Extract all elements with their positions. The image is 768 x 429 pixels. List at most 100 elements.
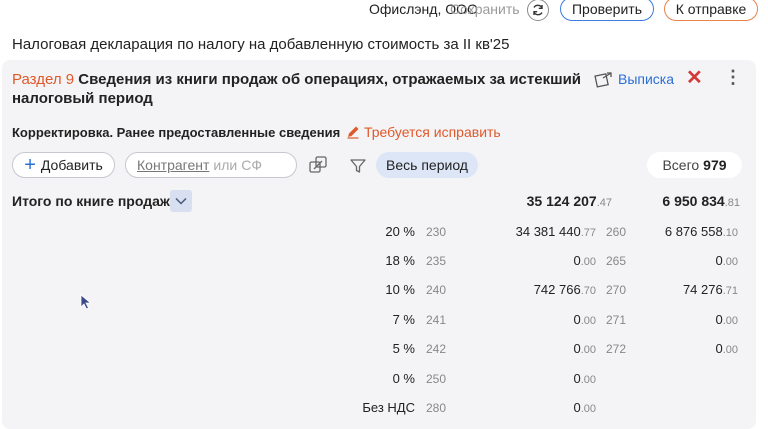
tax-amount-kop: .10: [722, 227, 738, 239]
search-input[interactable]: Контрагент или СФ: [125, 152, 297, 178]
section-number: Раздел 9: [12, 71, 75, 88]
top-bar: Офислэнд, ООО Сохранить Проверить К отпр…: [0, 0, 768, 22]
tax-amount-kop: .00: [722, 256, 738, 268]
line-code-tax: 271: [606, 313, 627, 327]
tax-amount-int: 0: [715, 341, 723, 356]
check-button[interactable]: Проверить: [560, 0, 654, 21]
rate-label: 10 %: [385, 282, 415, 297]
kebab-menu-icon[interactable]: ⋮: [724, 68, 742, 86]
tax-base-int: 34 381 440: [515, 224, 581, 239]
send-button[interactable]: К отправке: [664, 0, 758, 21]
line-code-base: 235: [426, 254, 447, 268]
tax-base-value: 742 766.70: [534, 282, 596, 297]
tax-base-kop: .77: [580, 227, 596, 239]
rate-row: 5 % 242 0.00 272 0.00: [2, 341, 756, 361]
tax-amount-value: 0.00: [715, 341, 738, 356]
tax-amount-kop: .71: [722, 285, 738, 297]
summary-tax-amount: 6 950 834.81: [662, 193, 740, 209]
tax-base-value: 0.00: [573, 371, 596, 386]
tax-amount-int: 6 876 558: [664, 224, 723, 239]
tax-base-kop: .00: [580, 374, 596, 386]
period-filter[interactable]: Весь период: [376, 152, 478, 178]
document-title: Налоговая декларация по налогу на добавл…: [12, 36, 510, 53]
line-code-base: 230: [426, 225, 447, 239]
tax-amount-value: 6 876 558.10: [665, 224, 738, 239]
pencil-icon: [347, 126, 359, 139]
tax-base-value: 0.00: [573, 400, 596, 415]
line-code-tax: 265: [606, 254, 627, 268]
correction-status: Корректировка. Ранее предоставленные све…: [12, 125, 341, 140]
tax-base-value: 34 381 440.77: [516, 224, 596, 239]
tax-base-int: 742 766: [533, 282, 581, 297]
line-code-tax: 260: [606, 225, 627, 239]
total-count-badge: Всего 979: [647, 152, 742, 178]
tax-amount-value: 74 276.71: [683, 282, 738, 297]
tax-base-int: 0: [573, 312, 581, 327]
tax-base-int: 0: [573, 371, 581, 386]
sync-icon: [533, 4, 543, 16]
tax-amount-int: 74 276: [682, 282, 723, 297]
summary-tax-base-int: 35 124 207: [526, 193, 597, 209]
total-label: Всего: [662, 157, 700, 173]
section-panel: Раздел 9 Сведения из книги продаж об опе…: [2, 60, 756, 429]
rate-row: 10 % 240 742 766.70 270 74 276.71: [2, 282, 756, 302]
rate-row: 20 % 230 34 381 440.77 260 6 876 558.10: [2, 224, 756, 244]
summary-tax-amount-kop: .81: [724, 197, 740, 209]
fix-required-label: Требуется исправить: [364, 124, 501, 140]
save-button[interactable]: Сохранить: [450, 1, 520, 17]
tax-amount-kop: .00: [722, 315, 738, 327]
tax-base-int: 0: [573, 341, 581, 356]
tax-amount-value: 0.00: [715, 253, 738, 268]
close-icon[interactable]: ✕: [686, 68, 703, 88]
tax-amount-int: 0: [715, 312, 723, 327]
filter-icon[interactable]: [349, 157, 367, 178]
extract-label: Выписка: [618, 71, 675, 87]
line-code-base: 242: [426, 342, 447, 356]
rate-label: 7 %: [392, 312, 415, 327]
chevron-down-icon: [175, 197, 187, 205]
tax-base-value: 0.00: [573, 312, 596, 327]
plus-icon: +: [24, 154, 36, 176]
add-button[interactable]: + Добавить: [12, 152, 115, 178]
rate-label: 20 %: [385, 224, 415, 239]
summary-tax-base-kop: .47: [596, 197, 612, 209]
tax-amount-int: 0: [715, 253, 723, 268]
search-contractor-placeholder: Контрагент: [137, 157, 210, 173]
line-code-base: 241: [426, 313, 447, 327]
mouse-cursor-icon: [80, 294, 92, 313]
rate-row: Без НДС 280 0.00: [2, 400, 756, 420]
total-value: 979: [703, 157, 727, 173]
tax-base-int: 0: [573, 253, 581, 268]
rate-row: 7 % 241 0.00 271 0.00: [2, 312, 756, 332]
section-header: Раздел 9 Сведения из книги продаж об опе…: [12, 70, 592, 108]
fix-required-link[interactable]: Требуется исправить: [346, 124, 501, 140]
tax-base-int: 0: [573, 400, 581, 415]
tax-base-kop: .00: [580, 256, 596, 268]
rate-row: 18 % 235 0.00 265 0.00: [2, 253, 756, 273]
line-code-base: 250: [426, 372, 447, 386]
tax-amount-value: 0.00: [715, 312, 738, 327]
rate-label: 5 %: [392, 341, 415, 356]
add-label: Добавить: [40, 157, 103, 173]
search-or-placeholder: или: [213, 157, 238, 173]
line-code-base: 240: [426, 283, 447, 297]
expand-summary-button[interactable]: [170, 190, 192, 212]
search-sf-placeholder: СФ: [241, 157, 262, 173]
rate-label: 0 %: [392, 371, 415, 386]
rate-row: 0 % 250 0.00: [2, 371, 756, 391]
summary-label: Итого по книге продаж: [12, 193, 170, 209]
tax-base-kop: .00: [580, 403, 596, 415]
tax-base-kop: .70: [580, 285, 596, 297]
section-title: Сведения из книги продаж об операциях, о…: [12, 71, 582, 107]
link-icon[interactable]: [308, 155, 328, 178]
rate-label: Без НДС: [362, 400, 415, 415]
rate-label: 18 %: [385, 253, 415, 268]
sync-button[interactable]: [527, 0, 549, 21]
summary-tax-amount-int: 6 950 834: [662, 193, 725, 209]
tax-amount-kop: .00: [722, 344, 738, 356]
extract-button[interactable]: Выписка: [594, 70, 674, 88]
line-code-tax: 270: [606, 283, 627, 297]
summary-tax-base: 35 124 207.47: [527, 193, 612, 209]
line-code-base: 280: [426, 401, 447, 415]
tax-base-value: 0.00: [573, 253, 596, 268]
